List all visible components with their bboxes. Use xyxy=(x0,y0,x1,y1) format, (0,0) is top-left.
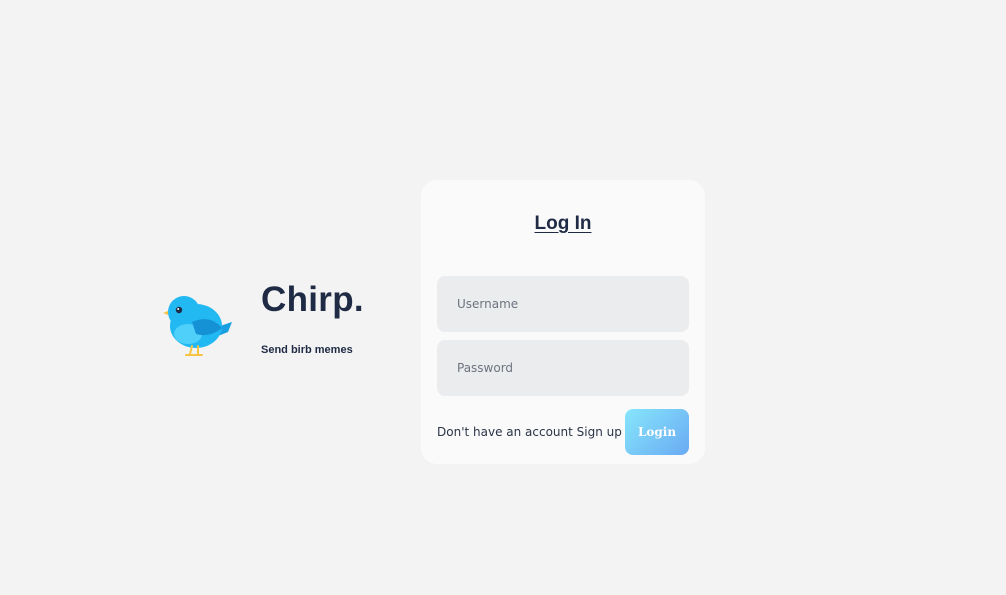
login-card: Log In Don't have an account Sign up Log… xyxy=(421,180,705,464)
bird-icon xyxy=(163,296,232,356)
signup-prompt-text: Don't have an account xyxy=(437,425,577,439)
signup-link[interactable]: Sign up xyxy=(577,425,622,439)
login-button[interactable]: Login xyxy=(625,409,689,455)
signup-prompt: Don't have an account Sign up xyxy=(437,425,622,439)
brand-name: Chirp. xyxy=(261,280,364,319)
brand-tagline: Send birb memes xyxy=(261,344,353,356)
login-title: Log In xyxy=(534,213,592,234)
login-page: Chirp. Send birb memes Log In Don't have… xyxy=(0,0,1006,595)
username-input[interactable] xyxy=(437,276,689,332)
brand-section: Chirp. Send birb memes xyxy=(160,280,380,370)
password-input[interactable] xyxy=(437,340,689,396)
